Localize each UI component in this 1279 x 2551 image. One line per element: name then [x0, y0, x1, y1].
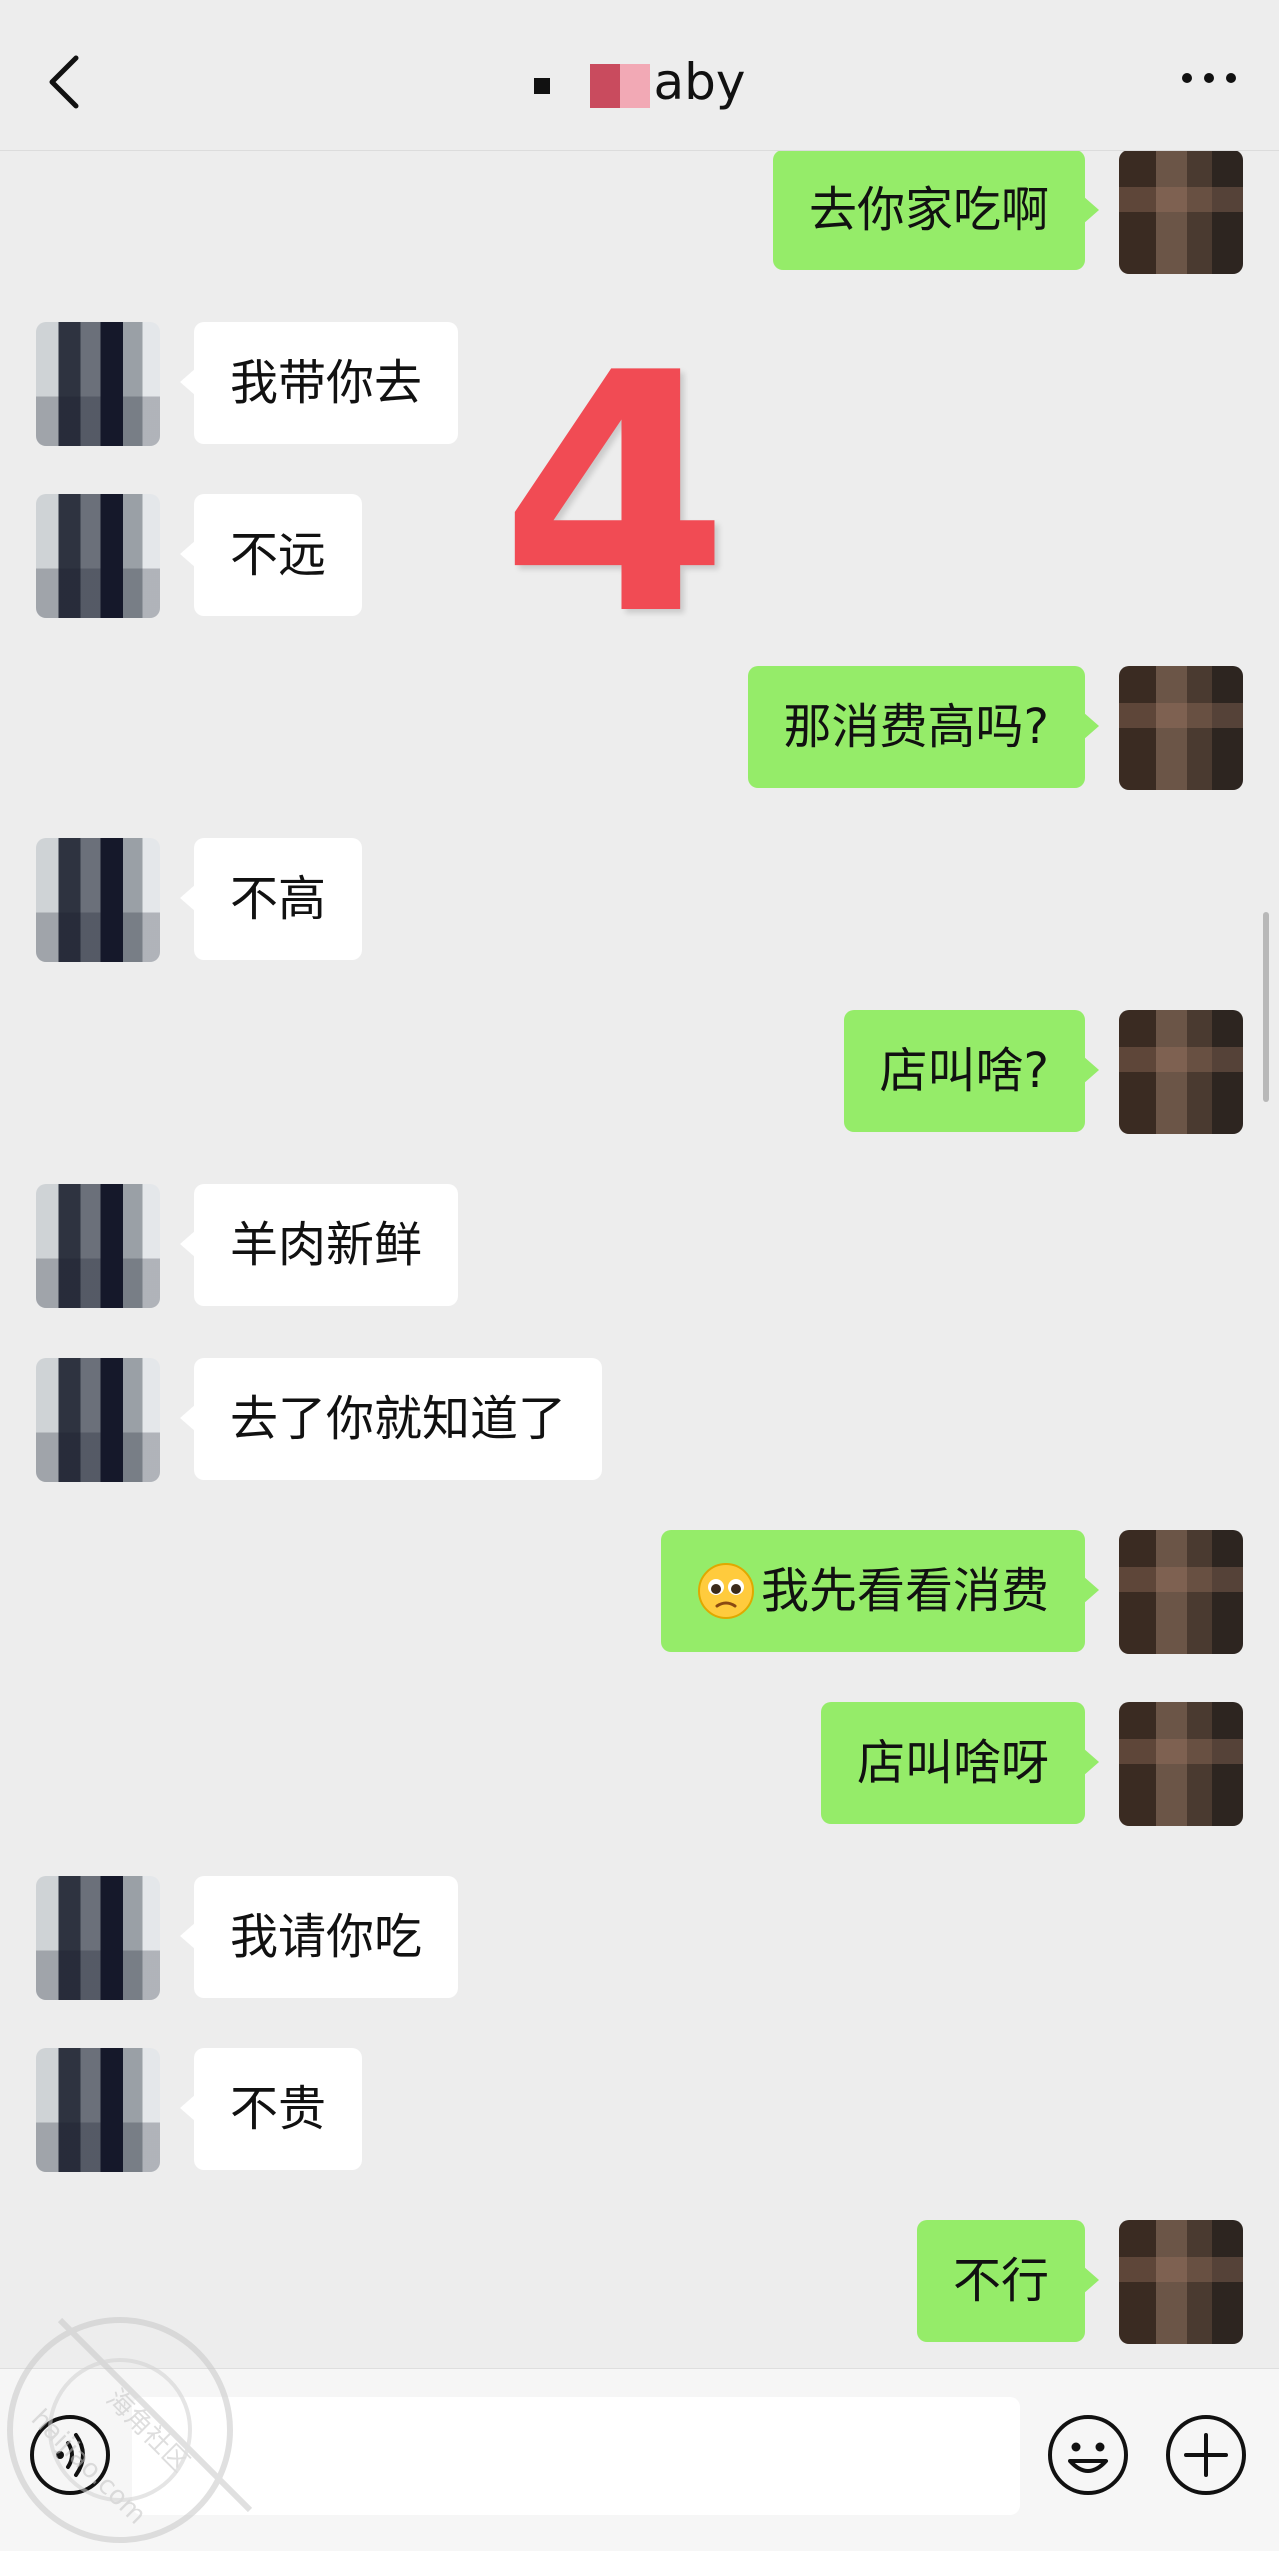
outgoing-message-bubble[interactable]: 店叫啥? [843, 1010, 1100, 1132]
contact-avatar[interactable] [36, 322, 160, 446]
contact-avatar[interactable] [36, 1358, 160, 1482]
outgoing-message-bubble[interactable]: 不行 [916, 2220, 1100, 2342]
incoming-message-bubble[interactable]: 我请你吃 [179, 1876, 459, 1998]
my-avatar[interactable] [1119, 1530, 1243, 1654]
contact-avatar[interactable] [36, 2048, 160, 2172]
my-avatar[interactable] [1119, 1702, 1243, 1826]
overlay-number: 4 [500, 303, 730, 687]
scrollbar[interactable] [1263, 912, 1269, 1102]
incoming-message-bubble[interactable]: 我带你去 [179, 322, 459, 444]
voice-icon[interactable] [28, 2413, 112, 2497]
outgoing-message-bubble[interactable]: 那消费高吗? [747, 666, 1100, 788]
contact-avatar[interactable] [36, 494, 160, 618]
contact-avatar[interactable] [36, 1876, 160, 2000]
my-avatar[interactable] [1119, 2220, 1243, 2344]
incoming-message-bubble[interactable]: 去了你就知道了 [179, 1358, 603, 1480]
incoming-message-bubble[interactable]: 不贵 [179, 2048, 363, 2170]
chat-header: aby [0, 0, 1279, 151]
my-avatar[interactable] [1119, 150, 1243, 274]
contact-avatar[interactable] [36, 838, 160, 962]
plus-circle-icon[interactable] [1164, 2413, 1248, 2497]
message-text: 我先看看消费 [760, 1563, 1049, 1619]
my-avatar[interactable] [1119, 1010, 1243, 1134]
chat-title-area: aby [0, 52, 1279, 112]
my-avatar[interactable] [1119, 666, 1243, 790]
message-input[interactable] [132, 2397, 1020, 2515]
pleading-face-icon [697, 1563, 754, 1619]
incoming-message-bubble[interactable]: 羊肉新鲜 [179, 1184, 459, 1306]
smiley-icon[interactable] [1046, 2413, 1130, 2497]
incoming-message-bubble[interactable]: 不高 [179, 838, 363, 960]
redacted-name-mosaic [589, 63, 650, 108]
outgoing-message-bubble[interactable]: 去你家吃啊 [772, 150, 1100, 270]
ellipsis-icon[interactable] [1179, 68, 1239, 88]
outgoing-message-bubble[interactable]: 我先看看消费 [660, 1530, 1100, 1652]
outgoing-message-bubble[interactable]: 店叫啥呀 [820, 1702, 1100, 1824]
input-bar [0, 2368, 1279, 2551]
redaction-mark [533, 77, 550, 94]
chat-title: aby [653, 53, 746, 111]
contact-avatar[interactable] [36, 1184, 160, 1308]
incoming-message-bubble[interactable]: 不远 [179, 494, 363, 616]
